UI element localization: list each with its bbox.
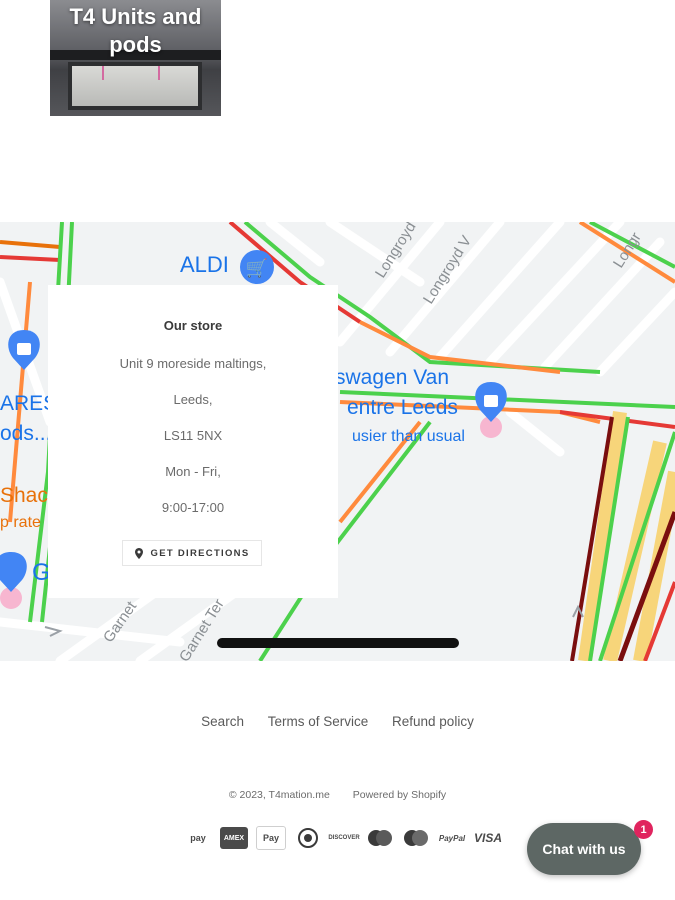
powered-by-text[interactable]: Powered by Shopify [353, 789, 446, 801]
discover-label: DISCOVER [328, 835, 360, 841]
discover-icon: DISCOVER [328, 827, 360, 849]
apple-pay-icon: Pay [256, 826, 286, 850]
get-directions-button[interactable]: GET DIRECTIONS [122, 540, 262, 566]
map-marker-icon [134, 547, 143, 559]
footer-link-search[interactable]: Search [201, 714, 244, 729]
paypal-icon: PayPal [438, 827, 466, 849]
map-label-shac: Shac [0, 484, 48, 507]
footer-nav: Search Terms of Service Refund policy [0, 714, 675, 729]
footer-link-terms[interactable]: Terms of Service [268, 714, 369, 729]
footer-copyright-row: © 2023, T4mation.me Powered by Shopify [0, 789, 675, 801]
map-label-van-centre: swagen Van [335, 366, 450, 389]
visa-icon: VISA [474, 827, 502, 849]
copyright-text[interactable]: © 2023, T4mation.me [229, 789, 330, 801]
store-heading: Our store [163, 318, 223, 333]
mastercard-icon [402, 827, 430, 849]
collection-card-t4-units[interactable]: T4 Units and pods [50, 0, 221, 116]
maestro-icon [366, 827, 394, 849]
home-indicator[interactable] [217, 638, 459, 648]
svg-text:🛒: 🛒 [246, 257, 268, 279]
collection-image-detail [68, 62, 202, 110]
amazon-pay-icon: pay [184, 827, 212, 849]
footer-link-refund[interactable]: Refund policy [392, 714, 474, 729]
map-label-shac: p rate [0, 514, 41, 531]
chat-label: Chat with us [542, 841, 626, 857]
map-pin: 🛒 [240, 250, 274, 284]
store-hours: 9:00-17:00 [161, 500, 225, 515]
collection-image-detail [158, 66, 160, 80]
map-label-busy: usier than usual [352, 428, 465, 445]
payment-icons: pay AMEX Pay DISCOVER PayPal VISA [184, 826, 502, 850]
map-label-van-centre: entre Leeds [347, 396, 458, 419]
american-express-icon: AMEX [220, 827, 248, 849]
map-label-ares: ods... [0, 422, 52, 445]
get-directions-label: GET DIRECTIONS [150, 547, 250, 559]
chat-with-us-button[interactable]: Chat with us [527, 823, 641, 875]
apple-pay-label: Pay [262, 833, 279, 843]
diners-club-icon [294, 827, 322, 849]
store-info-card: Our store Unit 9 moreside maltings, Leed… [48, 285, 338, 598]
amazon-pay-label: pay [190, 833, 206, 843]
store-days: Mon - Fri, [165, 464, 221, 479]
paypal-label: PayPal [438, 833, 466, 843]
map-label-aldi: ALDI [180, 252, 229, 277]
collection-image-detail [102, 66, 104, 80]
visa-label: VISA [474, 831, 503, 845]
collection-title: T4 Units and pods [69, 4, 202, 57]
store-postcode: LS11 5NX [163, 428, 223, 443]
store-address-line1: Unit 9 moreside maltings, [119, 356, 267, 371]
store-address-line2: Leeds, [173, 392, 213, 407]
chat-notification-badge: 1 [634, 820, 653, 839]
